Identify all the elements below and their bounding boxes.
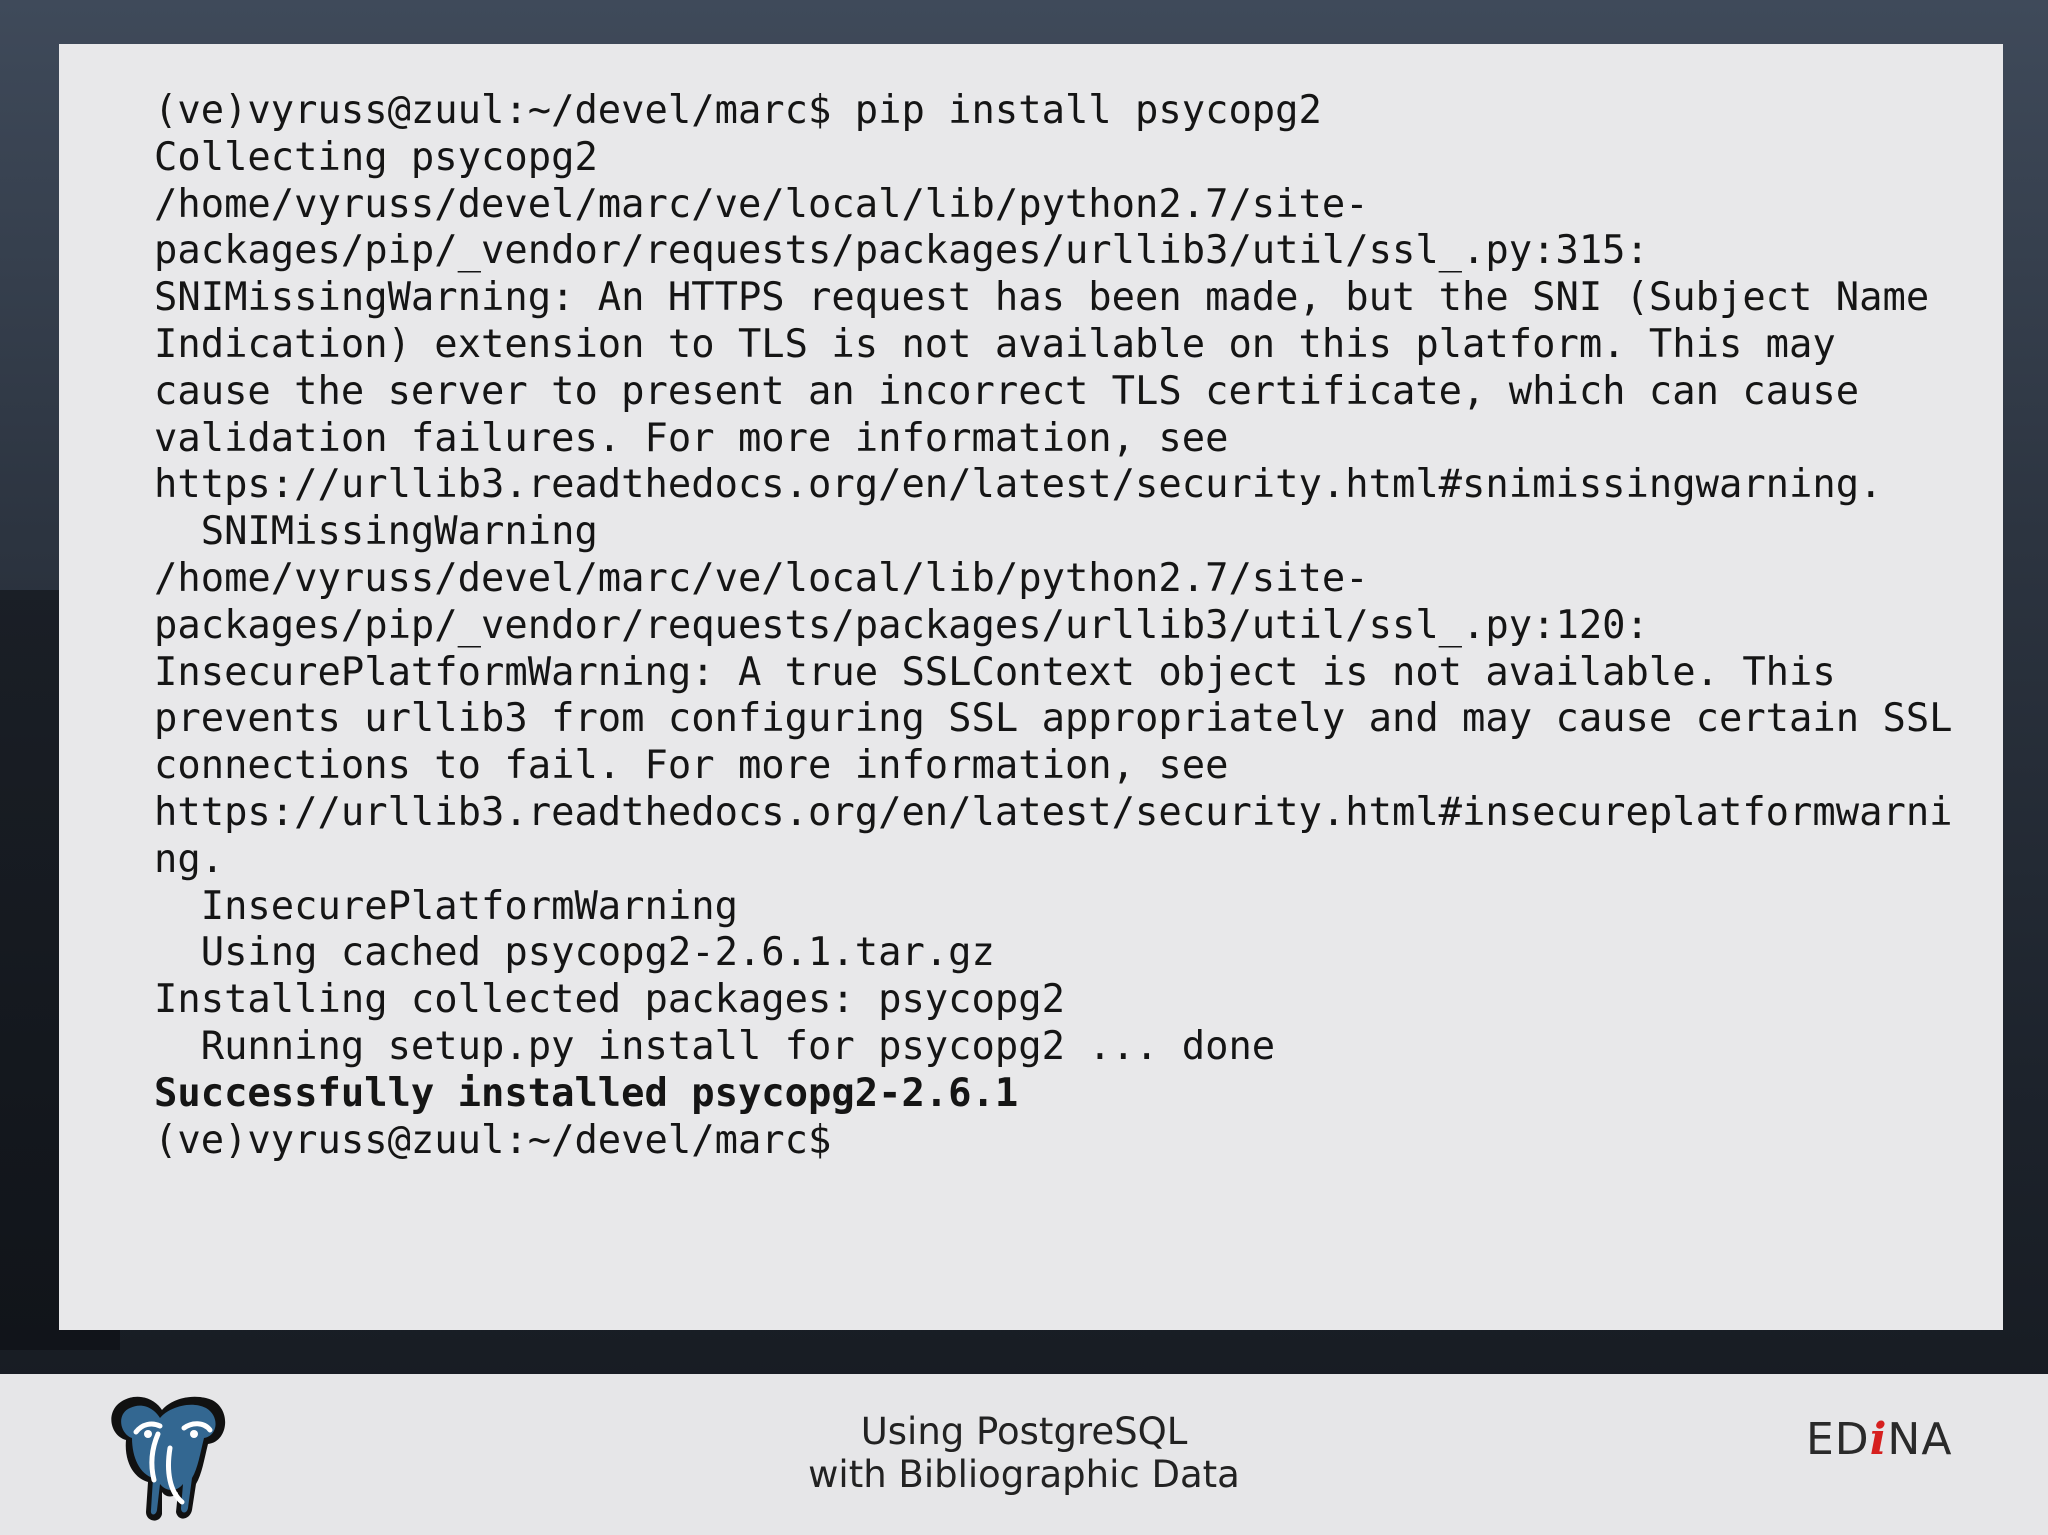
- terminal-line: Indication) extension to TLS is not avai…: [154, 321, 1836, 367]
- terminal-line: /home/vyruss/devel/marc/ve/local/lib/pyt…: [154, 555, 1369, 601]
- slide-footer: Using PostgreSQL with Bibliographic Data…: [0, 1374, 2048, 1535]
- edina-logo-accent: i: [1869, 1414, 1888, 1465]
- terminal-line: InsecurePlatformWarning: A true SSLConte…: [154, 649, 1836, 695]
- terminal-line: ng.: [154, 836, 225, 882]
- terminal-line: SNIMissingWarning: An HTTPS request has …: [154, 275, 1930, 321]
- terminal-line: packages/pip/_vendor/requests/packages/u…: [154, 228, 1649, 274]
- terminal-line: Installing collected packages: psycopg2: [154, 977, 1065, 1023]
- terminal-line: Running setup.py install for psycopg2 ..…: [154, 1023, 1276, 1069]
- terminal-output: (ve)vyruss@zuul:~/devel/marc$ pip instal…: [154, 88, 2003, 1164]
- footer-title-line-1: Using PostgreSQL: [860, 1410, 1188, 1453]
- terminal-line: https://urllib3.readthedocs.org/en/lates…: [154, 462, 1883, 508]
- terminal-line-success: Successfully installed psycopg2-2.6.1: [154, 1070, 1019, 1116]
- terminal-line: Using cached psycopg2-2.6.1.tar.gz: [154, 930, 995, 976]
- terminal-line: SNIMissingWarning: [154, 509, 598, 555]
- footer-title: Using PostgreSQL with Bibliographic Data: [724, 1410, 1324, 1496]
- terminal-line-prompt-command: (ve)vyruss@zuul:~/devel/marc$ pip instal…: [154, 88, 1322, 133]
- edina-logo-suffix: NA: [1887, 1414, 1953, 1465]
- terminal-line: connections to fail. For more informatio…: [154, 743, 1229, 789]
- terminal-line: packages/pip/_vendor/requests/packages/u…: [154, 602, 1649, 648]
- terminal-line: InsecurePlatformWarning: [154, 883, 738, 929]
- terminal-line: /home/vyruss/devel/marc/ve/local/lib/pyt…: [154, 181, 1369, 227]
- terminal-line: https://urllib3.readthedocs.org/en/lates…: [154, 789, 1953, 835]
- footer-title-line-2: with Bibliographic Data: [808, 1453, 1240, 1496]
- terminal-window: (ve)vyruss@zuul:~/devel/marc$ pip instal…: [59, 44, 2003, 1330]
- edina-logo: EDiNA: [1806, 1414, 1952, 1484]
- terminal-line: cause the server to present an incorrect…: [154, 368, 1860, 414]
- edina-logo-prefix: ED: [1806, 1414, 1870, 1465]
- postgresql-elephant-icon: [111, 1396, 226, 1521]
- terminal-line: Collecting psycopg2: [154, 134, 598, 180]
- terminal-line: validation failures. For more informatio…: [154, 415, 1229, 461]
- terminal-line: prevents urllib3 from configuring SSL ap…: [154, 696, 1953, 742]
- terminal-prompt[interactable]: (ve)vyruss@zuul:~/devel/marc$: [154, 1118, 2003, 1165]
